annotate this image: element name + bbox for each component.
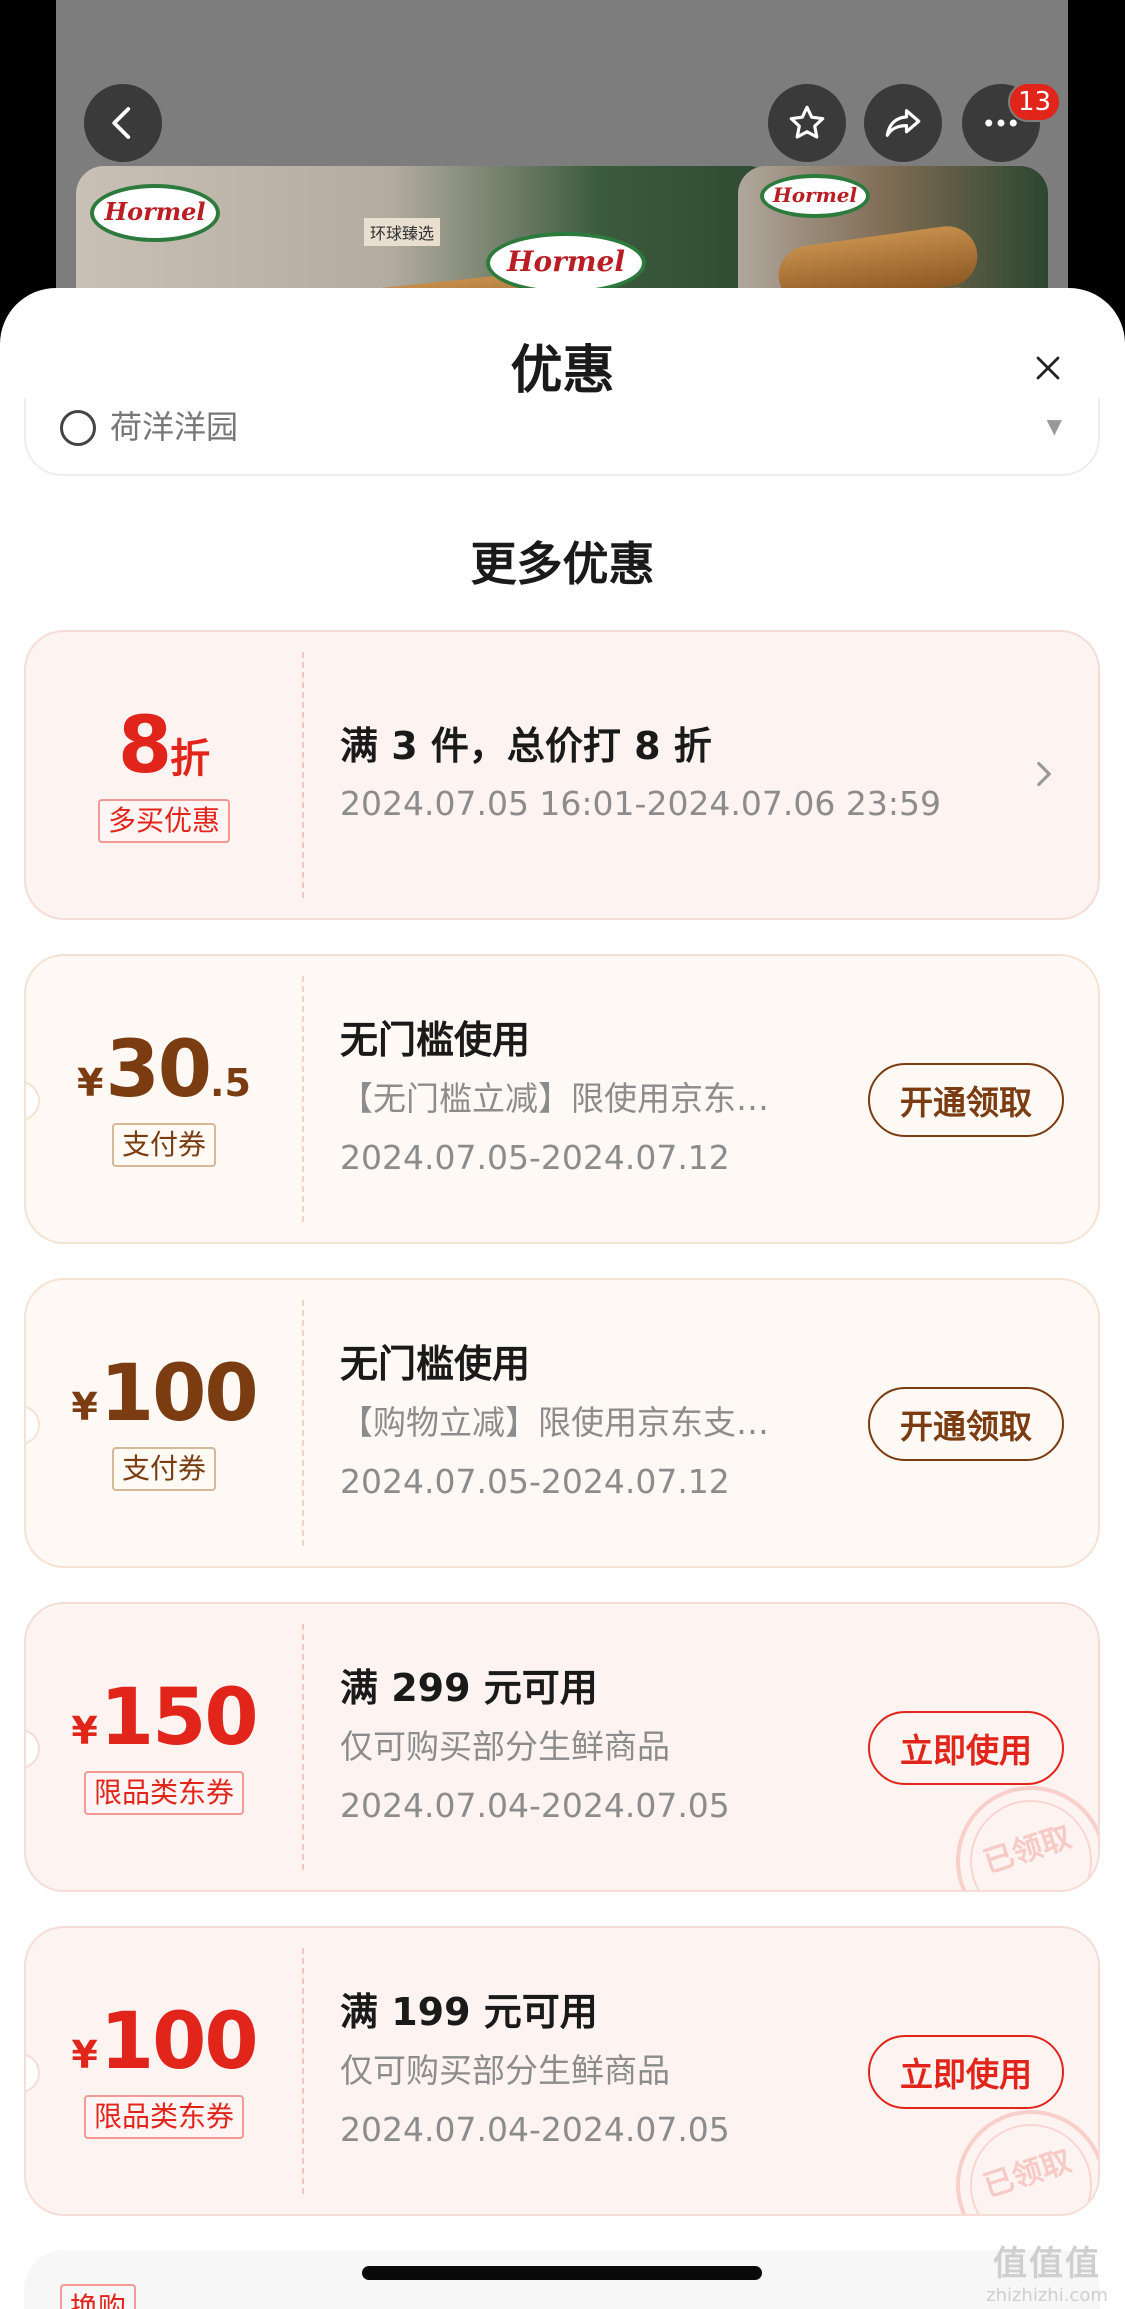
- favorite-button[interactable]: [768, 84, 846, 162]
- watermark-url: zhizhizhi.com: [986, 2285, 1108, 2306]
- close-button[interactable]: [1024, 344, 1072, 392]
- claimed-stamp-icon: 已领取: [936, 2090, 1098, 2214]
- watermark-text: 值值值: [993, 2244, 1101, 2284]
- site-watermark: 值值值 zhizhizhi.com: [972, 2236, 1122, 2306]
- coupon-date: 2024.07.05-2024.07.12: [340, 1138, 730, 1177]
- coupon-amount: 30: [105, 1025, 213, 1116]
- currency-symbol: ¥: [71, 1709, 98, 1754]
- coupon-condition: 满 199 元可用: [340, 1990, 598, 2034]
- close-icon: [1036, 356, 1060, 380]
- coupon-condition: 无门槛使用: [340, 1018, 531, 1062]
- currency-symbol: ¥: [77, 1061, 104, 1106]
- use-now-button[interactable]: 立即使用: [868, 2035, 1064, 2109]
- coupon-amount: 100: [99, 1349, 259, 1440]
- activate-claim-button[interactable]: 开通领取: [868, 1063, 1064, 1137]
- coupon-value: 8 折 多买优惠: [26, 632, 302, 918]
- coupon-description: 【无门槛立减】限使用京东…: [340, 1079, 769, 1118]
- coupon-card[interactable]: 8 折 多买优惠 满 3 件，总价打 8 折 2024.07.05 16:01-…: [24, 630, 1100, 920]
- coupon-divider: [302, 1624, 304, 1870]
- coupon-description: 仅可购买部分生鲜商品: [340, 2051, 670, 2090]
- share-icon: [885, 109, 921, 137]
- coupon-condition: 满 299 元可用: [340, 1666, 598, 1710]
- coupon-type-tag: 支付券: [111, 1447, 216, 1491]
- chevron-down-icon: ▼: [1046, 414, 1062, 438]
- coupon-type-tag: 换购: [60, 2284, 137, 2309]
- coupon-type-tag: 限品类东券: [83, 2095, 244, 2139]
- coupon-date: 2024.07.04-2024.07.05: [340, 2110, 730, 2149]
- use-now-button[interactable]: 立即使用: [868, 1711, 1064, 1785]
- currency-symbol: ¥: [71, 1385, 98, 1430]
- home-indicator[interactable]: [362, 2266, 762, 2280]
- back-button[interactable]: [84, 84, 162, 162]
- coupon-date: 2024.07.05 16:01-2024.07.06 23:59: [340, 784, 941, 823]
- chevron-left-icon: [112, 107, 131, 139]
- promotions-sheet: 优惠 荷洋洋园 ▼ 更多优惠 8 折 多买优惠 满 3 件，总价打 8 折 20…: [0, 288, 1125, 2309]
- coupon-amount: 100: [99, 1997, 259, 2088]
- coupon-card: ¥ 150 限品类东券 满 299 元可用 仅可购买部分生鲜商品 2024.07…: [24, 1602, 1100, 1892]
- coupon-amount: 8: [117, 701, 172, 792]
- coupon-type-tag: 多买优惠: [97, 799, 230, 843]
- store-avatar-icon: [60, 410, 96, 446]
- coupon-card: ¥ 100 限品类东券 满 199 元可用 仅可购买部分生鲜商品 2024.07…: [24, 1926, 1100, 2216]
- coupon-condition: 满 3 件，总价打 8 折: [340, 724, 712, 768]
- sheet-title: 优惠: [510, 341, 615, 401]
- coupon-date: 2024.07.05-2024.07.12: [340, 1462, 730, 1501]
- store-name: 荷洋洋园: [110, 408, 239, 446]
- section-title: 更多优惠: [470, 537, 655, 591]
- coupon-value: ¥ 150 限品类东券: [26, 1604, 302, 1890]
- coupon-amount-decimal: .5: [210, 1061, 251, 1106]
- coupon-divider: [302, 1300, 304, 1546]
- coupon-value: ¥ 30 .5 支付券: [26, 956, 302, 1242]
- coupon-condition: 无门槛使用: [340, 1342, 531, 1386]
- store-row[interactable]: 荷洋洋园 ▼: [24, 398, 1100, 476]
- coupon-description: 【购物立减】限使用京东支…: [340, 1403, 769, 1442]
- claimed-stamp-icon: 已领取: [936, 1766, 1098, 1890]
- coupon-card: ¥ 100 支付券 无门槛使用 【购物立减】限使用京东支… 2024.07.05…: [24, 1278, 1100, 1568]
- coupon-type-tag: 支付券: [111, 1123, 216, 1167]
- currency-symbol: ¥: [71, 2033, 98, 2078]
- coupon-amount-unit: 折: [170, 736, 211, 783]
- hormel-logo: Hormel: [760, 174, 870, 218]
- coupon-divider: [302, 976, 304, 1222]
- coupon-value: ¥ 100 支付券: [26, 1280, 302, 1566]
- coupon-amount: 150: [99, 1673, 259, 1764]
- coupon-divider: [302, 1948, 304, 2194]
- coupon-value: ¥ 100 限品类东券: [26, 1928, 302, 2214]
- hormel-logo: Hormel: [486, 232, 646, 294]
- coupon-card: ¥ 30 .5 支付券 无门槛使用 【无门槛立减】限使用京东… 2024.07.…: [24, 954, 1100, 1244]
- notification-badge: 13: [1008, 82, 1062, 122]
- coupon-description: 仅可购买部分生鲜商品: [340, 1727, 670, 1766]
- hormel-logo: Hormel: [90, 184, 220, 242]
- chevron-right-icon[interactable]: [1024, 754, 1064, 794]
- coupon-date: 2024.07.04-2024.07.05: [340, 1786, 730, 1825]
- share-button[interactable]: [864, 84, 942, 162]
- star-icon: [789, 105, 825, 139]
- activate-claim-button[interactable]: 开通领取: [868, 1387, 1064, 1461]
- coupon-type-tag: 限品类东券: [83, 1771, 244, 1815]
- coupon-divider: [302, 652, 304, 898]
- banner-tag: 环球臻选: [364, 218, 441, 246]
